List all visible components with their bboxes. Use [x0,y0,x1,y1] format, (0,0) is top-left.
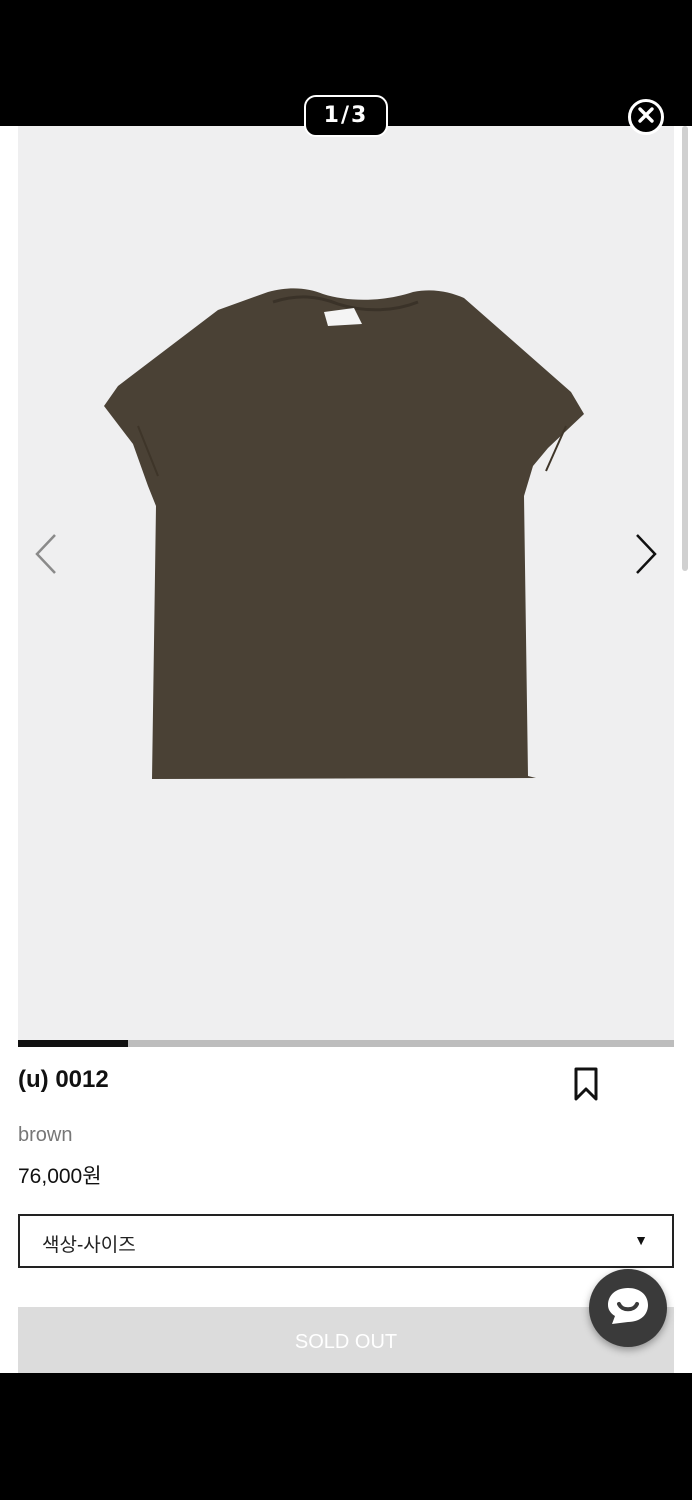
option-select-value: 색상-사이즈 [42,1235,136,1256]
bookmark-button[interactable] [570,1066,602,1102]
product-sheet[interactable]: (u) 0012 brown 76,000원 색상-사이즈 ▼ SOLD OUT [0,126,692,1373]
bottom-bar [0,1373,692,1500]
product-image [104,288,584,779]
bookmark-icon [570,1067,602,1106]
sold-out-button[interactable]: SOLD OUT [18,1307,674,1373]
image-counter: 1/3 [304,95,388,137]
prev-image-button[interactable] [26,531,66,581]
product-color: brown [18,1124,73,1146]
gallery-progress-bar [18,1040,674,1047]
caret-down-icon: ▼ [634,1232,648,1248]
chat-button[interactable] [589,1269,667,1347]
option-select[interactable]: 색상-사이즈 ▼ [18,1214,674,1268]
close-button[interactable] [628,99,664,135]
product-image-carousel[interactable] [18,126,674,1040]
product-name: (u) 0012 [18,1066,109,1093]
scrollbar[interactable] [682,126,688,571]
gallery-progress-fill [18,1040,128,1047]
chat-bubble-icon [604,1284,652,1333]
chevron-right-icon [633,532,659,581]
product-price: 76,000원 [18,1165,102,1188]
chevron-left-icon [33,532,59,581]
close-icon [637,106,655,129]
next-image-button[interactable] [626,531,666,581]
